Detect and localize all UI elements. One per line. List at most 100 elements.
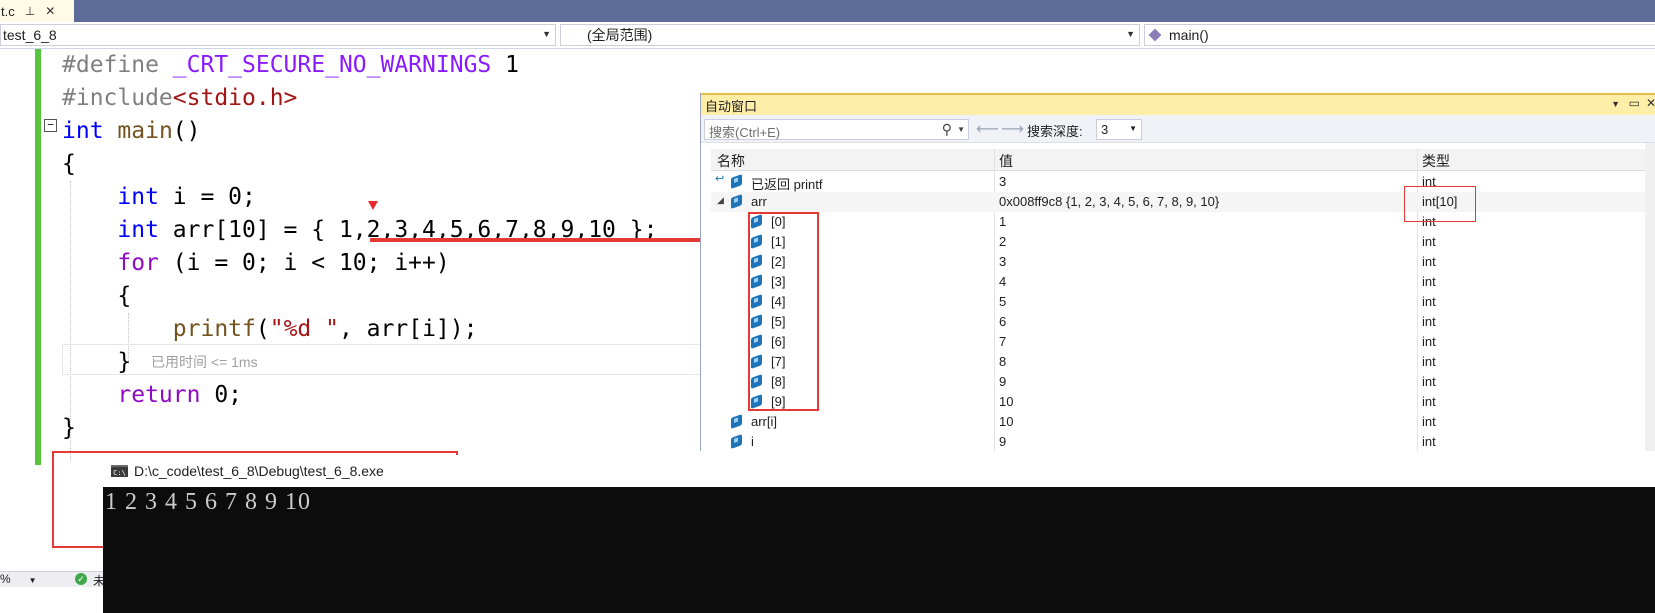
autos-row[interactable]: [5] 6 int <box>711 312 1655 332</box>
autos-row[interactable]: [2] 3 int <box>711 252 1655 272</box>
code-line[interactable]: for (i = 0; i < 10; i++) <box>62 247 657 280</box>
autos-row[interactable]: [1] 2 int <box>711 232 1655 252</box>
code-token: int <box>117 184 159 210</box>
search-icon[interactable]: ⚲ <box>942 121 952 138</box>
chevron-down-icon[interactable]: ▼ <box>957 125 965 134</box>
autos-cell-value[interactable]: 9 <box>999 374 1006 389</box>
code-line[interactable]: printf("%d ", arr[i]); <box>62 313 657 346</box>
close-icon[interactable]: ✕ <box>1646 96 1655 110</box>
dropdown-icon[interactable]: ▼ <box>1611 99 1620 109</box>
scope-dropdown[interactable]: (全局范围) ▼ <box>560 24 1140 46</box>
step-marker-icon <box>368 201 378 210</box>
autos-cell-type: int <box>1422 334 1436 349</box>
zoom-dropdown[interactable]: % ▼ <box>0 572 37 586</box>
column-header-value[interactable]: 值 <box>999 151 1013 171</box>
tab-label: t.c <box>1 3 15 19</box>
search-depth-label: 搜索深度: <box>1027 124 1083 139</box>
autos-row[interactable]: ↩ 已返回 printf 3 int <box>711 172 1655 192</box>
elapsed-time-hint: 已用时间 <= 1ms <box>151 354 258 370</box>
console-window[interactable]: 1 2 3 4 5 6 7 8 9 10 <box>103 487 1655 613</box>
document-tab-strip: t.c ⊥ ✕ <box>0 0 1655 22</box>
autos-cell-type: int <box>1422 314 1436 329</box>
autos-row[interactable]: [4] 5 int <box>711 292 1655 312</box>
autos-cell-value[interactable]: 9 <box>999 434 1006 449</box>
member-dropdown[interactable]: main() <box>1144 24 1655 46</box>
zoom-label: % <box>0 572 11 586</box>
highlight-array-type <box>1404 186 1476 222</box>
maximize-icon[interactable]: ▭ <box>1629 96 1640 110</box>
autos-cell-value[interactable]: 10 <box>999 414 1013 429</box>
code-token: { <box>62 151 76 177</box>
search-back-icon[interactable]: ⟵ <box>976 119 999 139</box>
expand-toggle-icon[interactable]: ◢ <box>717 195 724 206</box>
status-text: 未 <box>93 574 106 588</box>
autos-row[interactable]: [7] 8 int <box>711 352 1655 372</box>
autos-cell-value[interactable]: 3 <box>999 254 1006 269</box>
autos-cell-type: int <box>1422 294 1436 309</box>
autos-cell-value[interactable]: 8 <box>999 354 1006 369</box>
autos-row[interactable]: i 9 int <box>711 432 1655 452</box>
project-dropdown[interactable]: test_6_8 ▼ <box>0 24 556 46</box>
code-line[interactable]: int i = 0; <box>62 181 657 214</box>
autos-cell-value[interactable]: 5 <box>999 294 1006 309</box>
autos-cell-value[interactable]: 6 <box>999 314 1006 329</box>
code-token: int <box>62 118 104 144</box>
autos-cell-value[interactable]: 7 <box>999 334 1006 349</box>
collapse-icon[interactable]: − <box>44 119 57 132</box>
autos-cell-type: int <box>1422 254 1436 269</box>
column-header-type[interactable]: 类型 <box>1422 151 1450 171</box>
code-line[interactable]: return 0; <box>62 379 657 412</box>
variable-icon <box>731 413 742 430</box>
code-token: } <box>62 415 76 441</box>
code-line[interactable]: int arr[10] = { 1,2,3,4,5,6,7,8,9,10 }; <box>62 214 657 247</box>
source-code[interactable]: #define _CRT_SECURE_NO_WARNINGS 1 #includ… <box>62 49 657 445</box>
autos-cell-value[interactable]: 10 <box>999 394 1013 409</box>
pin-icon[interactable]: ⊥ <box>25 4 35 18</box>
autos-row[interactable]: [8] 9 int <box>711 372 1655 392</box>
code-token: for <box>117 250 159 276</box>
autos-cell-type: int <box>1422 374 1436 389</box>
chevron-down-icon: ▼ <box>542 29 551 39</box>
search-depth-dropdown[interactable]: 3 ▼ <box>1096 119 1142 140</box>
autos-row[interactable]: [3] 4 int <box>711 272 1655 292</box>
autos-cell-value[interactable]: 0x008ff9c8 {1, 2, 3, 4, 5, 6, 7, 8, 9, 1… <box>999 194 1219 209</box>
autos-cell-value[interactable]: 4 <box>999 274 1006 289</box>
member-label: main() <box>1169 27 1209 43</box>
autos-row[interactable]: [0] 1 int <box>711 212 1655 232</box>
code-token: (i = 0; i < 10; i++) <box>158 250 450 276</box>
autos-row[interactable]: ◢ arr 0x008ff9c8 {1, 2, 3, 4, 5, 6, 7, 8, … <box>711 192 1655 212</box>
autos-search-input[interactable]: 搜索(Ctrl+E) ⚲ ▼ <box>704 119 969 140</box>
code-line[interactable]: int main() <box>62 115 657 148</box>
search-depth-value: 3 <box>1101 122 1109 137</box>
autos-title: 自动窗口 <box>705 98 758 114</box>
code-line[interactable]: { <box>62 148 657 181</box>
code-line[interactable]: { <box>62 280 657 313</box>
tab-file[interactable]: t.c ⊥ ✕ <box>0 0 74 22</box>
code-line[interactable]: #define _CRT_SECURE_NO_WARNINGS 1 <box>62 49 657 82</box>
no-issues-icon[interactable]: ✓ <box>75 573 87 585</box>
autos-cell-value[interactable]: 1 <box>999 214 1006 229</box>
search-forward-icon[interactable]: ⟶ <box>1001 119 1024 139</box>
highlight-array-elements <box>748 212 819 411</box>
autos-cell-value[interactable]: 3 <box>999 174 1006 189</box>
close-icon[interactable]: ✕ <box>45 4 55 18</box>
code-token: () <box>172 118 201 144</box>
autos-window: 自动窗口 ▼ ▭ ✕ 搜索(Ctrl+E) ⚲ ▼ ⟵ ⟶ 搜索深度: 3 ▼ … <box>700 93 1655 451</box>
autos-row[interactable]: [9] 10 int <box>711 392 1655 412</box>
autos-cell-value[interactable]: 2 <box>999 234 1006 249</box>
function-cube-icon <box>1148 28 1162 42</box>
code-line[interactable]: } <box>62 412 657 445</box>
column-header-name[interactable]: 名称 <box>717 151 745 171</box>
code-editor[interactable]: − #define _CRT_SECURE_NO_WARNINGS 1 #incl… <box>0 49 740 469</box>
autos-row[interactable]: [6] 7 int <box>711 332 1655 352</box>
code-token: 1 <box>491 52 519 78</box>
code-line[interactable]: #include<stdio.h> <box>62 82 657 115</box>
vertical-scrollbar[interactable] <box>1645 143 1655 451</box>
code-token: , arr[i]); <box>338 316 478 342</box>
autos-row[interactable]: arr[i] 10 int <box>711 412 1655 432</box>
code-token: _CRT_SECURE_NO_WARNINGS <box>172 52 492 78</box>
autos-toolbar: 搜索(Ctrl+E) ⚲ ▼ ⟵ ⟶ 搜索深度: 3 ▼ <box>701 115 1655 143</box>
